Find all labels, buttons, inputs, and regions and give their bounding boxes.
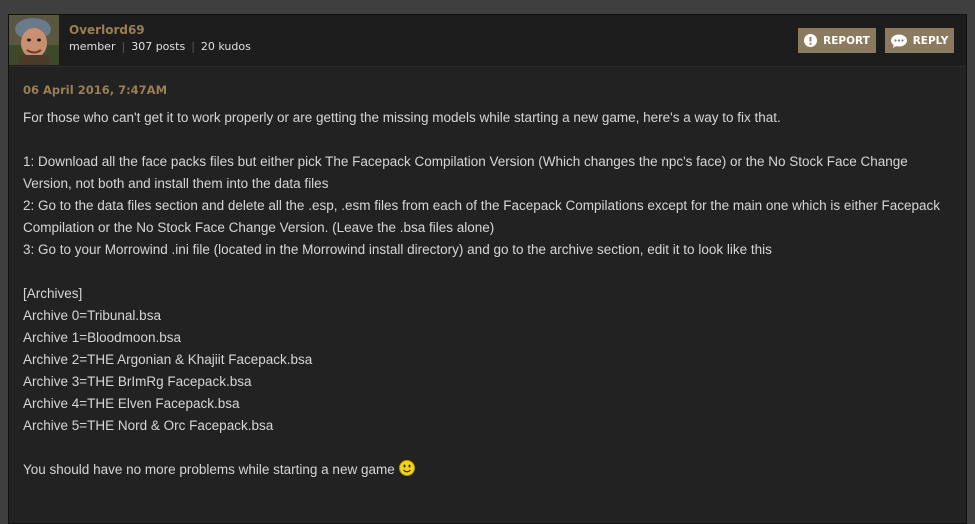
closing-text: You should have no more problems while s… bbox=[23, 462, 395, 477]
smiley-emoticon-icon bbox=[398, 460, 415, 476]
post-date: 06 April 2016, 7:47AM bbox=[23, 83, 168, 97]
post-step-3: 3: Go to your Morrowind .ini file (locat… bbox=[23, 242, 772, 257]
post-step-1: 1: Download all the face packs files but… bbox=[23, 154, 908, 191]
archive-line: Archive 0=Tribunal.bsa bbox=[23, 308, 161, 323]
user-stats: member | 307 posts | 20 kudos bbox=[69, 40, 251, 53]
user-role: member bbox=[69, 40, 116, 53]
user-post-count: 307 posts bbox=[131, 40, 186, 53]
stats-divider: | bbox=[191, 40, 195, 53]
archive-line: Archive 5=THE Nord & Orc Facepack.bsa bbox=[23, 418, 274, 433]
archive-line: Archive 1=Bloodmoon.bsa bbox=[23, 330, 181, 345]
username-link[interactable]: Overlord69 bbox=[69, 23, 145, 37]
exclamation-circle-icon bbox=[804, 34, 818, 47]
post-closing: You should have no more problems while s… bbox=[23, 459, 958, 481]
archive-line: Archive 4=THE Elven Facepack.bsa bbox=[23, 396, 240, 411]
archive-line: Archive 3=THE BrImRg Facepack.bsa bbox=[23, 374, 252, 389]
report-button[interactable]: REPORT bbox=[798, 28, 876, 53]
archives-header: [Archives] bbox=[23, 286, 83, 301]
post-step-2: 2: Go to the data files section and dele… bbox=[23, 198, 940, 235]
forum-post: Overlord69 member | 307 posts | 20 kudos REP… bbox=[8, 14, 967, 524]
user-avatar[interactable] bbox=[9, 15, 59, 65]
user-kudos: 20 kudos bbox=[200, 40, 251, 53]
stats-divider: | bbox=[121, 40, 126, 53]
post-intro: For those who can't get it to work prope… bbox=[23, 110, 781, 125]
reply-label: REPLY bbox=[912, 34, 949, 47]
reply-button[interactable]: REPLY bbox=[885, 28, 954, 53]
post-body: For those who can't get it to work prope… bbox=[23, 107, 958, 481]
report-label: REPORT bbox=[823, 34, 870, 47]
speech-bubble-icon bbox=[890, 34, 907, 48]
archive-line: Archive 2=THE Argonian & Khajiit Facepac… bbox=[23, 352, 313, 367]
post-header: Overlord69 member | 307 posts | 20 kudos REP… bbox=[9, 15, 966, 67]
